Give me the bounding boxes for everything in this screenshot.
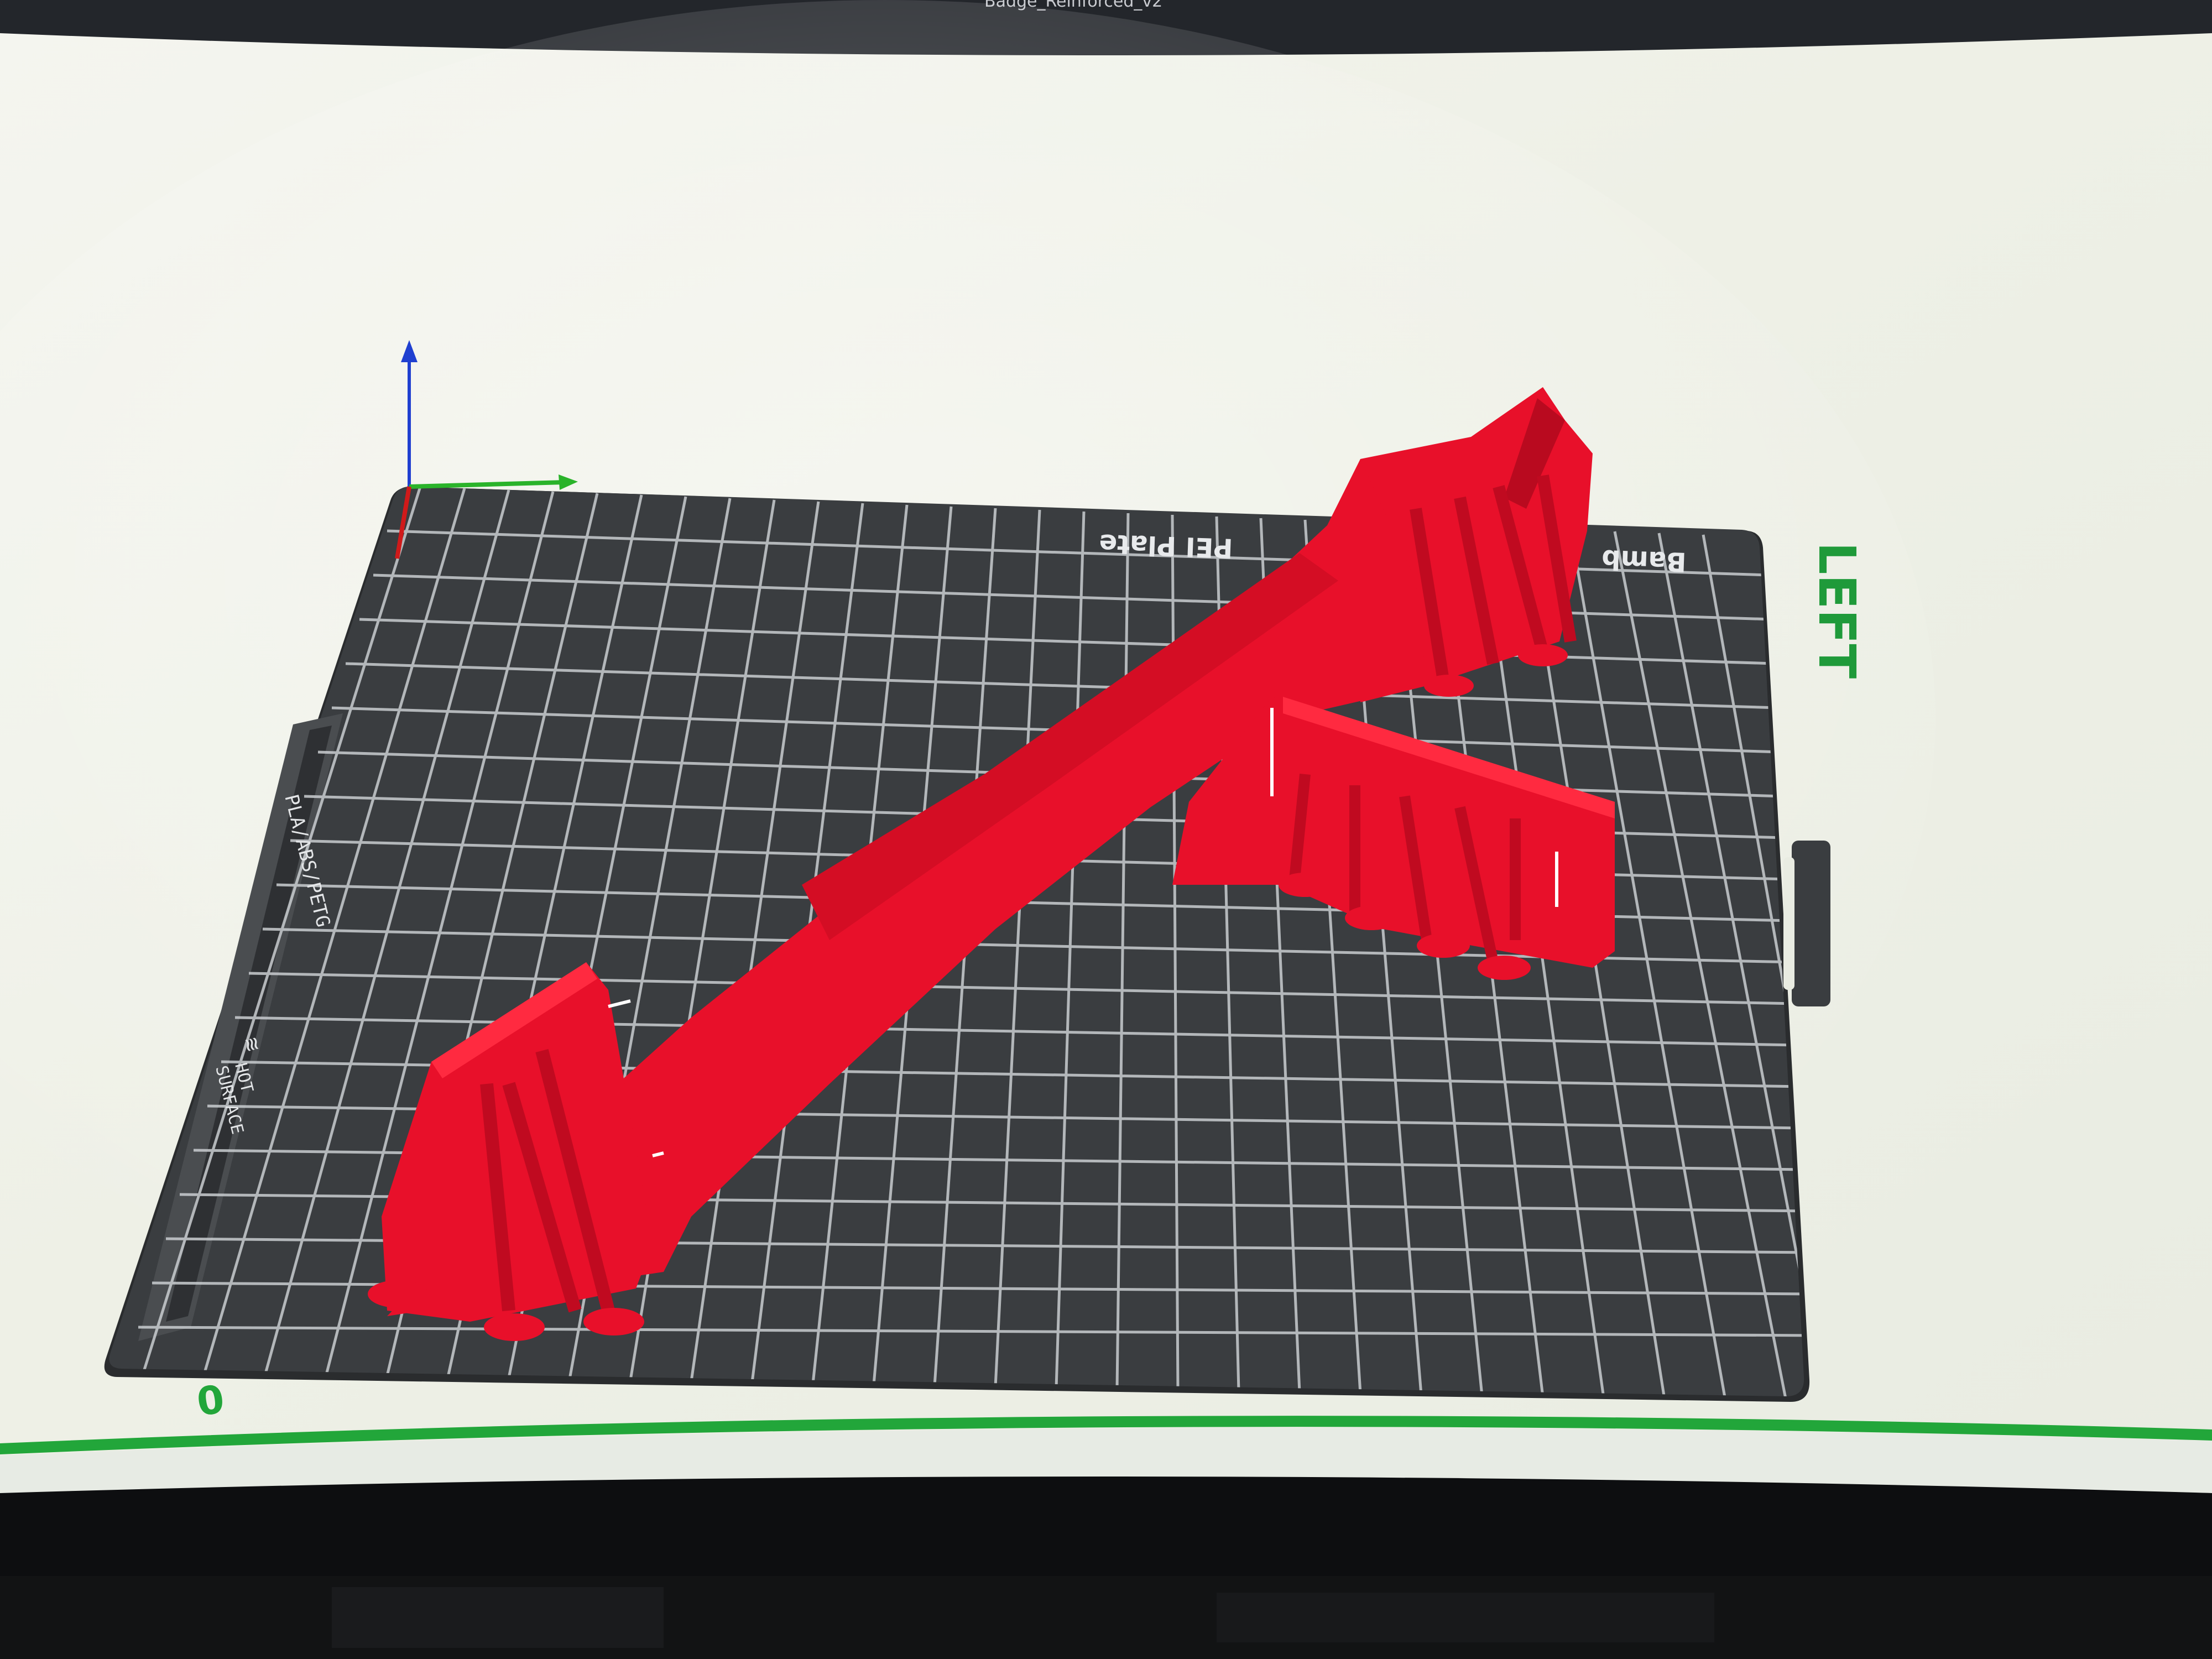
plate-name-left: Bamb <box>1601 544 1687 577</box>
view-label: LEFT <box>1807 542 1866 679</box>
viewport-photo: Badge_Reinforced_v2 Bamb PEI Plate PLA/A… <box>0 0 2212 1659</box>
plate-name-right: PEI Plate <box>1099 528 1234 564</box>
